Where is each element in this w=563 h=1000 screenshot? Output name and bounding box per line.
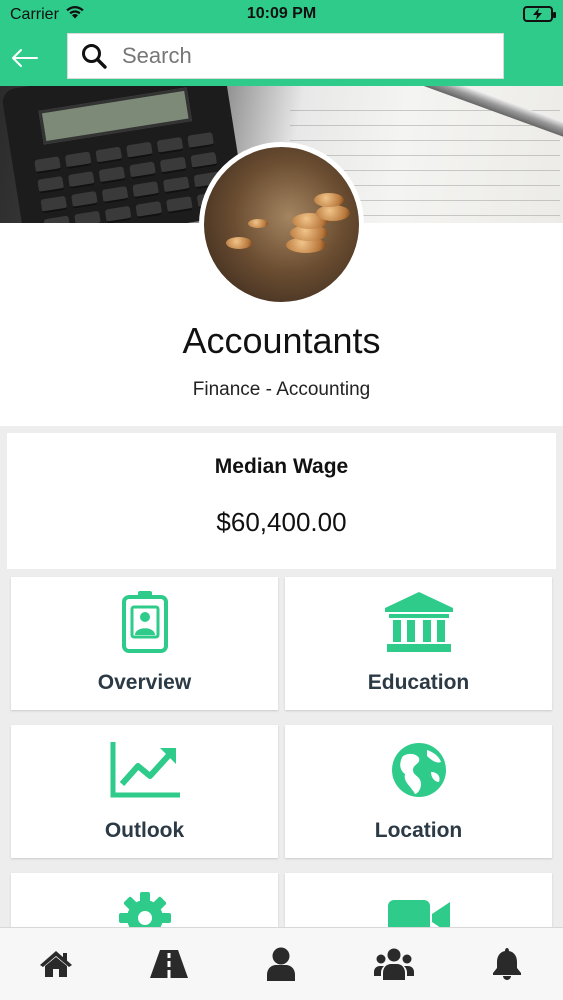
- bell-icon: [492, 948, 521, 980]
- tab-community[interactable]: [364, 939, 424, 989]
- overview-tile[interactable]: Overview: [11, 577, 278, 710]
- page-title: Accountants: [182, 320, 381, 361]
- education-tile[interactable]: Education: [285, 577, 552, 710]
- outlook-label: Outlook: [104, 819, 185, 842]
- category-label: Finance - Accounting: [192, 379, 371, 400]
- users-icon: [374, 948, 415, 980]
- top-bar: [0, 30, 563, 86]
- tab-notifications[interactable]: [477, 939, 537, 989]
- road-icon: [149, 950, 188, 978]
- clock: 10:09 PM: [246, 5, 317, 22]
- median-wage-label: Median Wage: [214, 455, 349, 478]
- median-wage-card: Median Wage $60,400.00: [7, 433, 556, 569]
- arrow-left-icon: [12, 49, 38, 67]
- overview-label: Overview: [97, 671, 192, 694]
- search-input[interactable]: [122, 43, 482, 69]
- location-tile[interactable]: Location: [285, 725, 552, 858]
- id-badge-icon: [11, 589, 278, 655]
- search-icon: [80, 42, 108, 70]
- user-icon: [267, 947, 296, 981]
- app-screen: Carrier 10:09 PM Search Accountants Fina…: [0, 0, 563, 1000]
- outlook-tile[interactable]: Outlook: [11, 725, 278, 858]
- home-icon: [40, 951, 73, 977]
- tab-home[interactable]: [26, 939, 86, 989]
- status-bar: Carrier 10:09 PM: [0, 0, 563, 30]
- search-bar[interactable]: [67, 33, 504, 79]
- back-button[interactable]: [6, 40, 42, 76]
- tab-profile[interactable]: [251, 939, 311, 989]
- battery-icon: [523, 6, 556, 22]
- location-label: Location: [374, 819, 463, 842]
- trend-chart-icon: [11, 737, 278, 803]
- tab-road[interactable]: [139, 939, 199, 989]
- profile-avatar: [199, 142, 364, 307]
- median-wage-value: $60,400.00: [216, 507, 347, 537]
- education-label: Education: [367, 671, 470, 694]
- tab-bar: [0, 927, 563, 1000]
- globe-icon: [285, 737, 552, 803]
- bank-icon: [285, 589, 552, 655]
